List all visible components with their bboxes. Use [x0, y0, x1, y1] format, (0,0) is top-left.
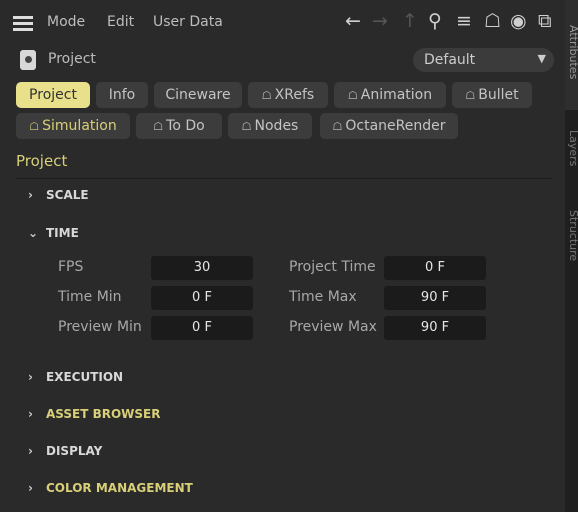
section-execution[interactable]: › EXECUTION [28, 370, 123, 384]
preset-dropdown[interactable]: Default ▼ [413, 48, 554, 72]
object-title: Project [48, 51, 96, 67]
section-execution-label: EXECUTION [46, 370, 124, 384]
tab-octanerender[interactable]: ☖ OctaneRender [320, 113, 458, 139]
tab-xrefs[interactable]: ☖ XRefs [248, 82, 328, 108]
project-file-icon [20, 50, 36, 70]
preview-max-label: Preview Max [289, 319, 377, 335]
section-title: Project [16, 152, 68, 170]
new-window-icon[interactable]: ⧉ [538, 10, 552, 32]
section-time-label: TIME [46, 226, 79, 240]
lock-icon: ☖ [261, 89, 272, 102]
section-display[interactable]: › DISPLAY [28, 444, 102, 458]
tab-project[interactable]: Project [16, 82, 90, 108]
tab-label: Project [29, 87, 77, 103]
tab-label: To Do [166, 118, 205, 134]
section-color-management-label: COLOR MANAGEMENT [46, 481, 193, 495]
lock-icon: ☖ [332, 120, 343, 133]
tab-label: Cineware [165, 87, 231, 103]
target-icon[interactable]: ◉ [510, 10, 527, 32]
side-tab-structure[interactable]: Structure [567, 210, 578, 261]
back-arrow-icon[interactable]: ← [345, 10, 361, 32]
section-color-management[interactable]: › COLOR MANAGEMENT [28, 481, 193, 495]
forward-arrow-icon[interactable]: → [372, 10, 388, 32]
hamburger-menu-icon[interactable] [13, 16, 33, 31]
menu-edit[interactable]: Edit [107, 14, 134, 30]
tab-label: Simulation [42, 118, 117, 134]
time-max-field[interactable]: 90 F [384, 286, 486, 310]
time-min-field[interactable]: 0 F [151, 286, 253, 310]
section-asset-browser-label: ASSET BROWSER [46, 407, 161, 421]
tab-cineware[interactable]: Cineware [154, 82, 242, 108]
filter-icon[interactable]: ≡ [456, 10, 472, 32]
tab-simulation[interactable]: ☖ Simulation [16, 113, 130, 139]
lock-icon: ☖ [241, 120, 252, 133]
fps-label: FPS [58, 259, 84, 275]
section-display-label: DISPLAY [46, 444, 103, 458]
up-arrow-icon[interactable]: ↑ [402, 10, 418, 32]
menu-mode[interactable]: Mode [47, 14, 85, 30]
time-max-label: Time Max [289, 289, 357, 305]
section-scale-label: SCALE [46, 188, 89, 202]
preview-min-field[interactable]: 0 F [151, 316, 253, 340]
chevron-down-icon: ▼ [537, 52, 546, 65]
project-time-field[interactable]: 0 F [384, 256, 486, 280]
section-scale[interactable]: › SCALE [28, 188, 89, 202]
preview-min-label: Preview Min [58, 319, 142, 335]
time-min-label: Time Min [58, 289, 122, 305]
menu-user-data[interactable]: User Data [153, 14, 223, 30]
tab-info[interactable]: Info [96, 82, 148, 108]
lock-icon[interactable]: ☖ [484, 10, 501, 32]
tab-to-do[interactable]: ☖ To Do [136, 113, 222, 139]
fps-field[interactable]: 30 [151, 256, 253, 280]
side-tab-attributes-label[interactable]: Attributes [567, 25, 578, 79]
tab-label: Bullet [478, 87, 519, 103]
tab-nodes[interactable]: ☖ Nodes [228, 113, 312, 139]
tab-label: Nodes [254, 118, 299, 134]
tab-bullet[interactable]: ☖ Bullet [452, 82, 532, 108]
lock-icon: ☖ [347, 89, 358, 102]
search-icon[interactable]: ⚲ [428, 10, 442, 32]
lock-icon: ☖ [465, 89, 476, 102]
project-time-label: Project Time [289, 259, 376, 275]
tab-animation[interactable]: ☖ Animation [334, 82, 446, 108]
lock-icon: ☖ [153, 120, 164, 133]
preview-max-field[interactable]: 90 F [384, 316, 486, 340]
lock-icon: ☖ [29, 120, 40, 133]
tab-label: Info [108, 87, 136, 103]
tab-label: XRefs [274, 87, 315, 103]
tab-label: Animation [360, 87, 433, 103]
preset-value: Default [424, 52, 476, 68]
divider [16, 178, 552, 179]
side-tab-layers[interactable]: Layers [567, 130, 578, 166]
section-asset-browser[interactable]: › ASSET BROWSER [28, 407, 161, 421]
section-time[interactable]: ⌄ TIME [28, 226, 79, 240]
tab-label: OctaneRender [345, 118, 446, 134]
